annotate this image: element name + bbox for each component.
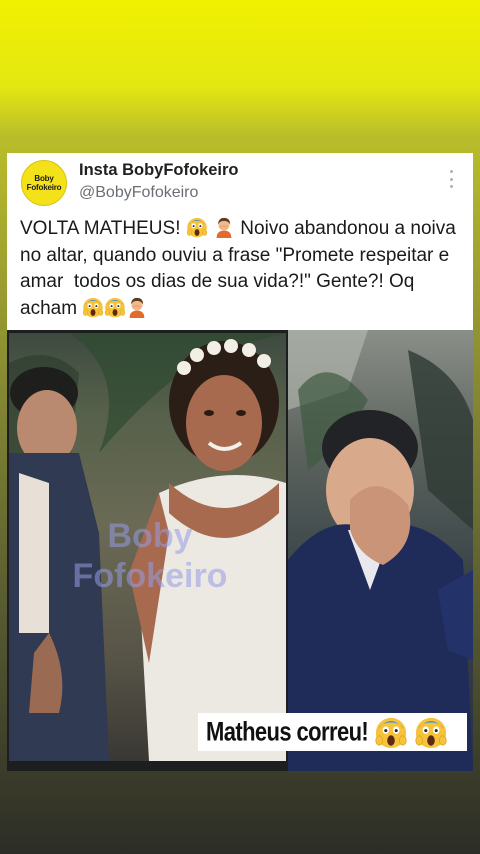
post-media[interactable]: Boby Fofokeiro Matheus correu!	[7, 330, 473, 771]
person-facepalming-icon	[126, 296, 148, 318]
face-screaming-in-fear-icon	[82, 296, 104, 318]
avatar-text-line1: Boby	[34, 174, 54, 183]
post-text: VOLTA MATHEUS! Noivo abandonou a noiva n…	[20, 216, 466, 322]
groom-video-frame	[288, 330, 473, 771]
user-handle[interactable]: @BobyFofokeiro	[79, 184, 198, 202]
post-text-part1: VOLTA MATHEUS!	[20, 218, 186, 239]
bride-video-frame: Boby Fofokeiro	[9, 333, 286, 761]
person-facepalming-icon	[213, 216, 235, 238]
video-caption: Matheus correu!	[198, 713, 467, 751]
caption-text: Matheus correu!	[206, 716, 369, 747]
groom-scene-illustration	[288, 330, 473, 771]
face-screaming-in-fear-icon	[374, 715, 408, 749]
face-screaming-in-fear-icon	[414, 715, 448, 749]
post-card[interactable]: Boby Fofokeiro Insta BobyFofokeiro @Boby…	[7, 153, 473, 771]
avatar-text-line2: Fofokeiro	[26, 183, 62, 192]
face-screaming-in-fear-icon	[186, 216, 208, 238]
watermark-line2: Fofokeiro	[72, 557, 228, 595]
more-options-icon[interactable]	[449, 170, 453, 188]
watermark-line1: Boby	[107, 517, 193, 555]
profile-avatar[interactable]: Boby Fofokeiro	[21, 160, 67, 206]
display-name[interactable]: Insta BobyFofokeiro	[79, 161, 239, 180]
face-screaming-in-fear-icon	[104, 296, 126, 318]
video-watermark: Boby Fofokeiro	[25, 516, 275, 596]
